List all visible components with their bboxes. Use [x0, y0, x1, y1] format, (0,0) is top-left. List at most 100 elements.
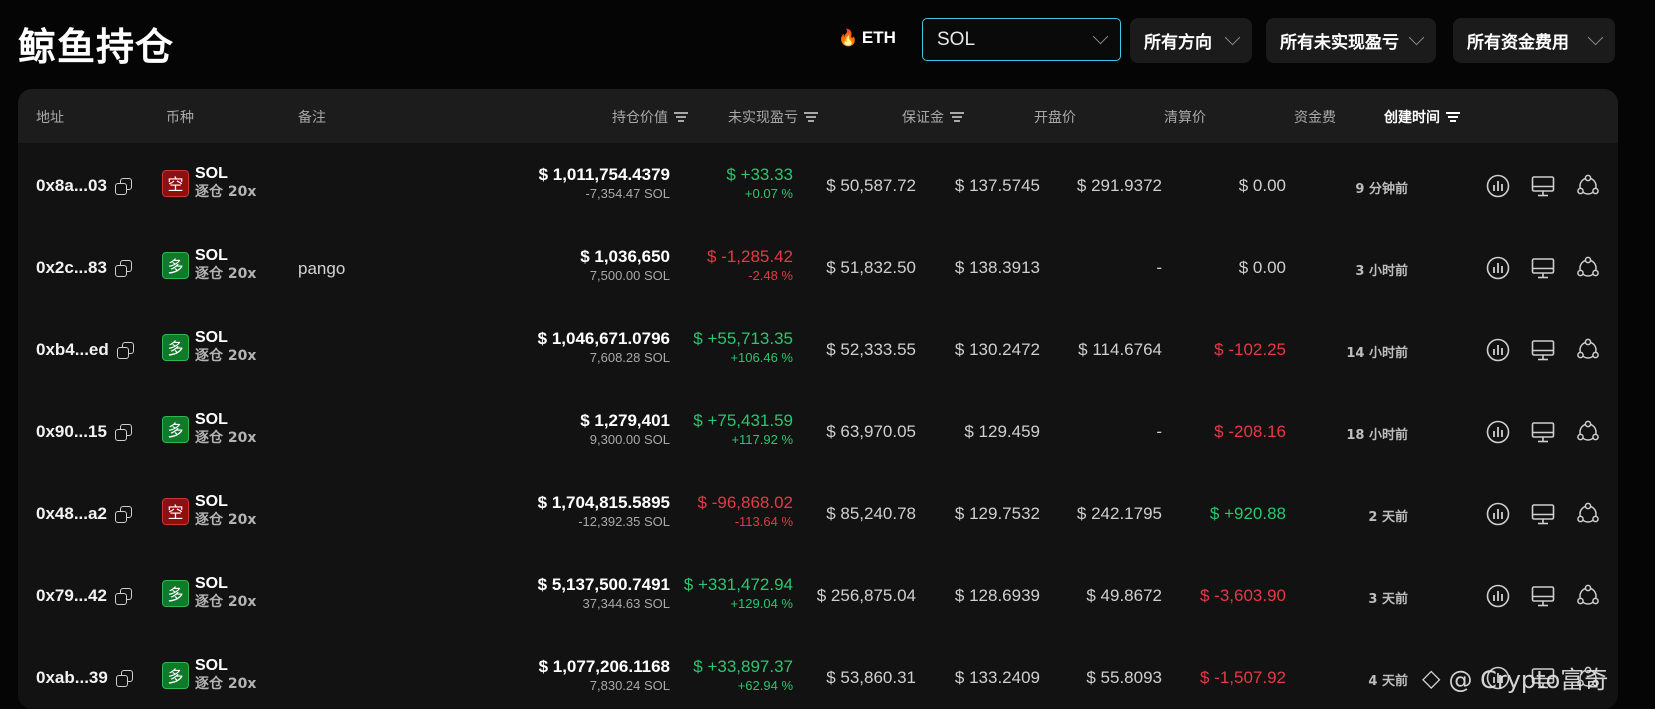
- entry-price-cell: $ 138.3913: [954, 258, 1040, 277]
- share-icon[interactable]: [1575, 337, 1601, 363]
- entry-price-cell: $ 133.2409: [954, 668, 1040, 687]
- pnl-value: $ +75,431.59: [693, 411, 793, 430]
- position-value-cell: $ 1,036,650 7,500.00 SOL: [580, 247, 670, 285]
- share-icon[interactable]: [1575, 173, 1601, 199]
- pnl-value: $ +331,472.94: [683, 575, 793, 594]
- address-cell[interactable]: 0x8a...03: [36, 176, 132, 196]
- share-icon[interactable]: [1575, 501, 1601, 527]
- address-cell[interactable]: 0x79...42: [36, 586, 132, 606]
- monitor-icon[interactable]: [1530, 337, 1556, 363]
- header-liq-price: 清算价: [1164, 110, 1206, 126]
- copy-icon[interactable]: [115, 670, 133, 687]
- address-text[interactable]: 0x90...15: [36, 422, 107, 442]
- chart-icon[interactable]: [1485, 583, 1511, 609]
- address-cell[interactable]: 0xb4...ed: [36, 340, 134, 360]
- header-created-time[interactable]: 创建时间: [1384, 107, 1460, 127]
- leverage-label: 逐仓 20x: [195, 266, 257, 282]
- funding-cell: $ -3,603.90: [1199, 586, 1286, 605]
- position-value: $ 1,077,206.1168: [538, 657, 670, 676]
- header-pnl-label: 未实现盈亏: [728, 110, 798, 126]
- header-unrealized-pnl[interactable]: 未实现盈亏: [728, 107, 818, 127]
- address-cell[interactable]: 0x90...15: [36, 422, 132, 442]
- margin-cell: $ 63,970.05: [826, 422, 916, 441]
- position-value: $ 1,279,401: [580, 411, 670, 430]
- monitor-icon[interactable]: [1530, 173, 1556, 199]
- address-text[interactable]: 0x2c...83: [36, 258, 107, 278]
- eth-label: ETH: [861, 28, 896, 47]
- leverage-label: 逐仓 20x: [195, 594, 257, 610]
- created-time-cell: 9 分钟前: [1355, 182, 1408, 197]
- address-text[interactable]: 0x79...42: [36, 586, 107, 606]
- direction-dropdown[interactable]: 所有方向: [1130, 18, 1252, 63]
- copy-icon[interactable]: [116, 342, 134, 359]
- table-row[interactable]: 0x2c...83 多 SOL 逐仓 20x pango $ 1,036,650…: [18, 225, 1618, 307]
- position-value: $ 1,046,671.0796: [537, 329, 670, 348]
- table-row[interactable]: 0x90...15 多 SOL 逐仓 20x $ 1,279,401 9,300…: [18, 389, 1618, 471]
- pnl-dropdown[interactable]: 所有未实现盈亏: [1266, 18, 1436, 63]
- pnl-value: $ -96,868.02: [697, 493, 793, 512]
- table-row[interactable]: 0x8a...03 空 SOL 逐仓 20x $ 1,011,754.4379 …: [18, 143, 1618, 225]
- funding-cell: $ +920.88: [1209, 504, 1286, 523]
- direction-badge: 多: [162, 415, 189, 443]
- table-row[interactable]: 0x79...42 多 SOL 逐仓 20x $ 5,137,500.7491 …: [18, 553, 1618, 635]
- copy-icon[interactable]: [114, 506, 132, 523]
- chart-icon[interactable]: [1485, 337, 1511, 363]
- copy-icon[interactable]: [114, 260, 132, 277]
- direction-badge: 多: [162, 579, 189, 607]
- address-text[interactable]: 0x8a...03: [36, 176, 107, 196]
- share-icon[interactable]: [1575, 583, 1601, 609]
- chart-icon[interactable]: [1485, 419, 1511, 445]
- leverage-label: 逐仓 20x: [195, 512, 257, 528]
- direction-badge: 多: [162, 661, 189, 689]
- address-text[interactable]: 0xb4...ed: [36, 340, 109, 360]
- monitor-icon[interactable]: [1530, 419, 1556, 445]
- share-icon[interactable]: [1575, 255, 1601, 281]
- pnl-cell: $ +55,713.35 +106.46 %: [693, 329, 793, 367]
- pnl-percent: +106.46 %: [730, 350, 793, 365]
- coin-symbol: SOL: [195, 247, 228, 264]
- header-margin[interactable]: 保证金: [902, 107, 964, 127]
- entry-price-cell: $ 137.5745: [954, 176, 1040, 195]
- coin-cell: 多 SOL 逐仓 20x: [162, 575, 256, 611]
- watermark: ◇ @ Cryрto富奇: [1422, 660, 1608, 695]
- header-coin: 币种: [166, 110, 194, 126]
- coin-cell: 多 SOL 逐仓 20x: [162, 329, 256, 365]
- leverage-label: 逐仓 20x: [195, 676, 257, 692]
- entry-price-cell: $ 128.6939: [954, 586, 1040, 605]
- created-time-cell: 3 小时前: [1355, 264, 1408, 279]
- margin-cell: $ 256,875.04: [816, 586, 916, 605]
- monitor-icon[interactable]: [1530, 583, 1556, 609]
- coin-cell: 多 SOL 逐仓 20x: [162, 247, 256, 283]
- address-cell[interactable]: 0x48...a2: [36, 504, 132, 524]
- chart-icon[interactable]: [1485, 173, 1511, 199]
- chart-icon[interactable]: [1485, 255, 1511, 281]
- coin-select-value: SOL: [937, 28, 976, 50]
- address-cell[interactable]: 0x2c...83: [36, 258, 132, 278]
- header-note: 备注: [298, 110, 326, 126]
- address-cell[interactable]: 0xab...39: [36, 668, 133, 688]
- header-position-value[interactable]: 持仓价值: [612, 107, 688, 127]
- funding-dropdown[interactable]: 所有资金费用: [1453, 18, 1615, 63]
- share-icon[interactable]: [1575, 419, 1601, 445]
- funding-cell: $ 0.00: [1238, 258, 1286, 277]
- monitor-icon[interactable]: [1530, 255, 1556, 281]
- created-time-cell: 18 小时前: [1346, 428, 1408, 443]
- monitor-icon[interactable]: [1530, 501, 1556, 527]
- sort-icon: [674, 112, 688, 122]
- coin-select[interactable]: SOL: [922, 18, 1121, 61]
- table-row[interactable]: 0x48...a2 空 SOL 逐仓 20x $ 1,704,815.5895 …: [18, 471, 1618, 553]
- pnl-percent: +62.94 %: [737, 678, 793, 693]
- chart-icon[interactable]: [1485, 501, 1511, 527]
- copy-icon[interactable]: [114, 178, 132, 195]
- header-entry-price: 开盘价: [1034, 110, 1076, 126]
- table-row[interactable]: 0xb4...ed 多 SOL 逐仓 20x $ 1,046,671.0796 …: [18, 307, 1618, 389]
- position-value: $ 1,036,650: [580, 247, 670, 266]
- note-cell: pango: [298, 259, 346, 278]
- margin-cell: $ 52,333.55: [826, 340, 916, 359]
- position-value: $ 1,011,754.4379: [538, 165, 670, 184]
- copy-icon[interactable]: [114, 424, 132, 441]
- address-text[interactable]: 0xab...39: [36, 668, 108, 688]
- address-text[interactable]: 0x48...a2: [36, 504, 107, 524]
- eth-filter-chip[interactable]: 🔥 ETH: [838, 28, 896, 48]
- copy-icon[interactable]: [114, 588, 132, 605]
